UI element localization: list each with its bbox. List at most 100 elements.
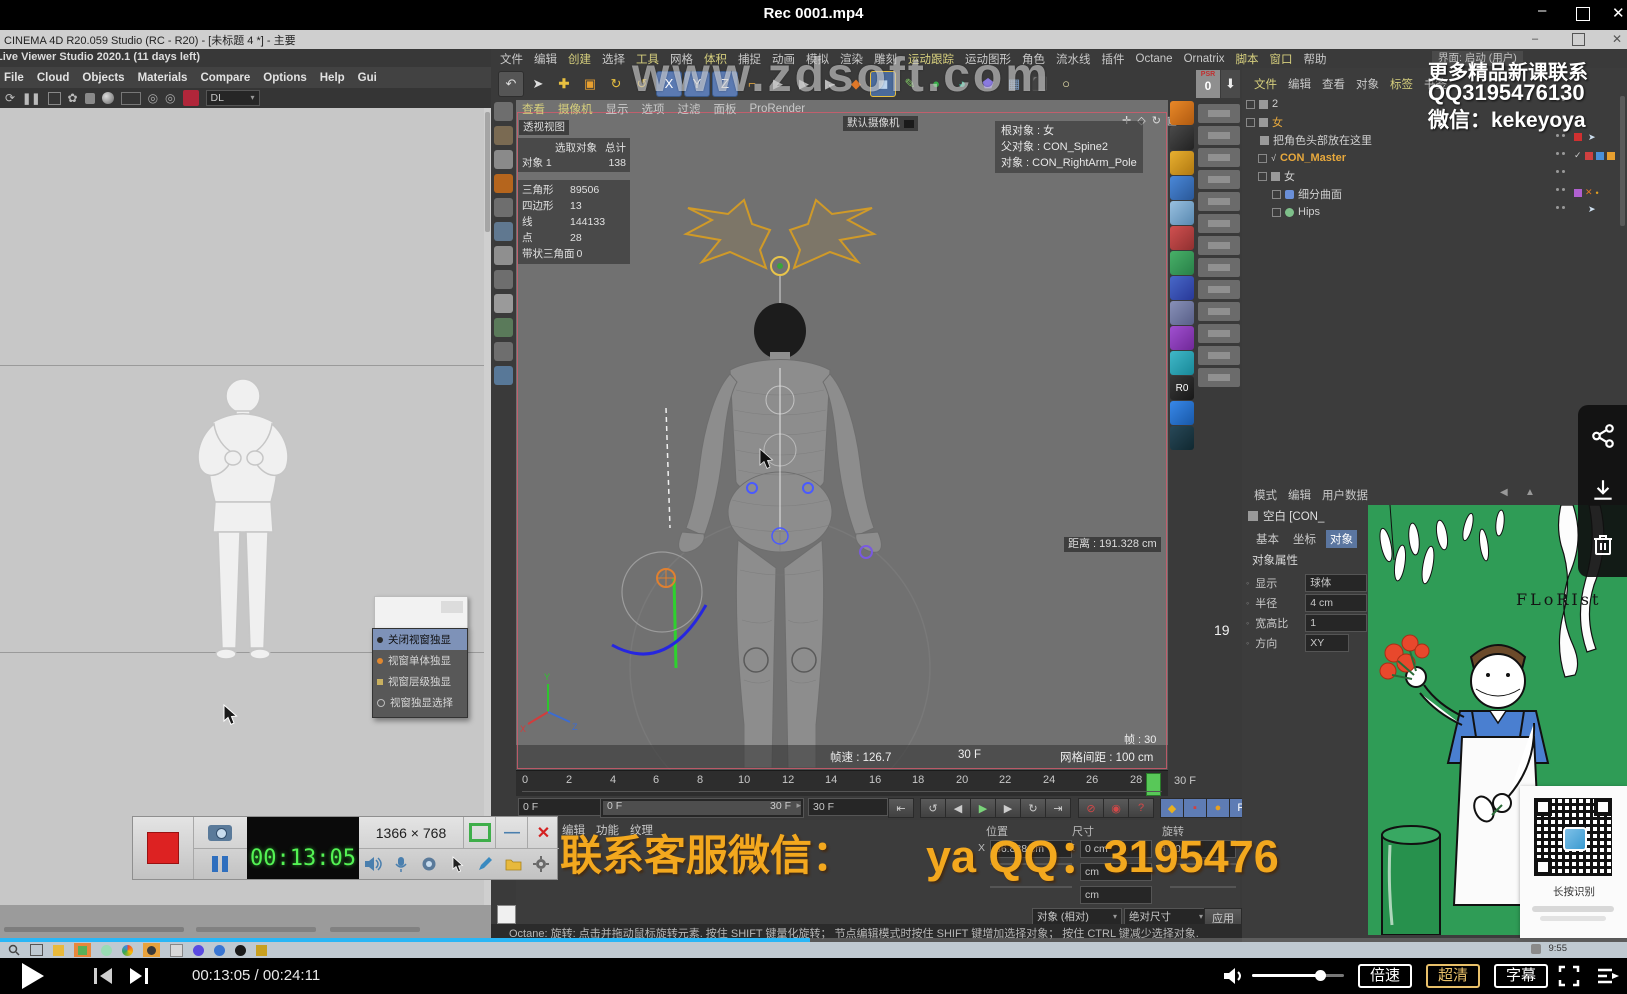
c4d-close-button[interactable]: ✕	[1612, 32, 1622, 46]
frame-range-slider[interactable]: 0 F 30 F ▸	[600, 798, 804, 818]
taskbar-app-icon[interactable]	[214, 945, 225, 956]
rot-b-field[interactable]	[1170, 886, 1236, 888]
sphere-icon[interactable]	[102, 92, 114, 104]
psr-drop-button[interactable]: ⬇	[1221, 70, 1240, 98]
subtitle-button[interactable]: 字幕	[1494, 964, 1548, 988]
paint-tool-icon[interactable]	[1170, 101, 1194, 125]
play-button[interactable]: ▶	[970, 798, 996, 818]
viewer-menu-compare[interactable]: Compare	[200, 72, 250, 84]
command-button[interactable]	[1198, 126, 1240, 145]
previous-video-button[interactable]	[92, 966, 114, 986]
volume-slider-knob[interactable]	[1315, 970, 1326, 981]
pin2-icon[interactable]: ◎	[165, 91, 175, 105]
c4d-maximize-button[interactable]	[1572, 33, 1585, 46]
tree-row[interactable]: 女	[1246, 114, 1283, 130]
disclosure-icon[interactable]: ◦	[1246, 638, 1249, 648]
command-button[interactable]	[1198, 346, 1240, 365]
prev-frame-button[interactable]: ◀	[945, 798, 971, 818]
next-frame-button[interactable]: ▶	[995, 798, 1021, 818]
close-recorder-button[interactable]: ✕	[527, 817, 559, 849]
vp-menu-panel[interactable]: 面板	[714, 101, 737, 117]
command-button[interactable]	[1198, 236, 1240, 255]
context-menu-item[interactable]: 视窗独显选择	[373, 692, 467, 713]
magnet-icon[interactable]	[494, 342, 513, 361]
size-z-field[interactable]: cm	[1080, 886, 1152, 904]
tray-icon[interactable]	[1531, 944, 1541, 954]
key-rotation-button[interactable]: ●	[1206, 798, 1230, 818]
light-bulb-icon[interactable]: ○	[1054, 72, 1078, 96]
om-menu-edit[interactable]: 编辑	[1288, 76, 1311, 92]
pause-icon[interactable]: ❚❚	[22, 92, 40, 105]
palette-tool-icon[interactable]	[1170, 226, 1194, 250]
material-preview-swatch[interactable]	[497, 905, 516, 924]
command-button[interactable]	[1198, 104, 1240, 123]
tree-row[interactable]: 细分曲面	[1272, 186, 1342, 202]
viewer-menu-objects[interactable]: Objects	[82, 72, 124, 84]
purple-tool-icon[interactable]	[1170, 326, 1194, 350]
record-off-button[interactable]: ⊘	[1078, 798, 1104, 818]
dl-dropdown[interactable]: DL▾	[206, 90, 260, 106]
tab-coord[interactable]: 坐标	[1289, 530, 1320, 548]
command-button[interactable]	[1198, 170, 1240, 189]
frame-start-field[interactable]: 0 F	[518, 798, 602, 816]
grid2-icon[interactable]	[494, 366, 513, 385]
vp-menu-filter[interactable]: 过滤	[678, 101, 701, 117]
command-button[interactable]	[1198, 280, 1240, 299]
context-menu-item[interactable]: 视窗层级独显	[373, 671, 467, 692]
layers-icon[interactable]	[494, 222, 513, 241]
gear-icon[interactable]: ✿	[68, 91, 78, 105]
pos-z-field[interactable]	[990, 886, 1072, 888]
context-menu-item[interactable]: 视窗单体独显	[373, 650, 467, 671]
command-button[interactable]	[1198, 214, 1240, 233]
taskbar-app-icon[interactable]	[74, 943, 91, 957]
playhead[interactable]	[1146, 773, 1161, 796]
globe-tool-icon[interactable]	[1170, 351, 1194, 375]
tab-basic[interactable]: 基本	[1252, 530, 1283, 548]
rotate-tool-icon[interactable]: ↻	[604, 72, 628, 96]
con-master-tags[interactable]: ✓	[1574, 150, 1615, 161]
viewer-menu-help[interactable]: Help	[320, 72, 345, 84]
viewer-menu-options[interactable]: Options	[263, 72, 306, 84]
pen-icon[interactable]	[494, 102, 513, 121]
command-button[interactable]	[1198, 258, 1240, 277]
taskbar-taskview-icon[interactable]	[30, 944, 43, 956]
trash-icon[interactable]	[1591, 531, 1615, 557]
taskbar-app-icon[interactable]	[143, 943, 160, 957]
om-menu-file[interactable]: 文件	[1254, 76, 1277, 92]
viewer-menu-gui[interactable]: Gui	[358, 72, 377, 84]
menu-file[interactable]: 文件	[500, 51, 523, 67]
blue-tool-icon[interactable]	[1170, 176, 1194, 200]
move-tool-icon[interactable]: ✚	[552, 72, 576, 96]
live-select-icon[interactable]: ➤	[526, 72, 550, 96]
webcam-icon[interactable]	[415, 856, 443, 872]
microphone-icon[interactable]	[387, 856, 415, 873]
aspect-field[interactable]: 1	[1305, 614, 1367, 632]
photo-tool-icon[interactable]	[1170, 201, 1194, 225]
menu-edit[interactable]: 编辑	[534, 51, 557, 67]
expander-icon[interactable]	[1258, 154, 1267, 163]
play-button[interactable]	[22, 963, 44, 989]
hips-tag-icon[interactable]: ➤	[1588, 204, 1596, 215]
viewer-menu-cloud[interactable]: Cloud	[37, 72, 70, 84]
expander-icon[interactable]	[1246, 100, 1255, 109]
command-button[interactable]	[1198, 324, 1240, 343]
dice-icon[interactable]	[494, 150, 513, 169]
menu-window[interactable]: 窗口	[1269, 51, 1292, 67]
lock2-icon[interactable]	[494, 270, 513, 289]
disclosure-icon[interactable]: ◦	[1246, 618, 1249, 628]
s-icon[interactable]	[494, 294, 513, 313]
video-progress-bar[interactable]	[0, 938, 1627, 942]
subdiv-tags[interactable]: ✕ •	[1574, 187, 1599, 198]
select-q-icon[interactable]	[1170, 151, 1194, 175]
expression-tag-icon[interactable]: ➤	[1588, 132, 1596, 143]
l-corner-icon[interactable]	[494, 246, 513, 265]
tree-row[interactable]: 2	[1246, 96, 1278, 112]
play-loop-button[interactable]: ↻	[1020, 798, 1046, 818]
maximize-button[interactable]	[1576, 7, 1590, 21]
attr-menu-mode[interactable]: 模式	[1254, 487, 1277, 503]
menu-help[interactable]: 帮助	[1303, 51, 1326, 67]
cube-icon[interactable]	[494, 126, 513, 145]
cursor-record-icon[interactable]	[443, 856, 471, 873]
context-menu-item[interactable]: 关闭视窗独显	[373, 629, 467, 650]
tree-row[interactable]: Hips	[1272, 204, 1320, 220]
